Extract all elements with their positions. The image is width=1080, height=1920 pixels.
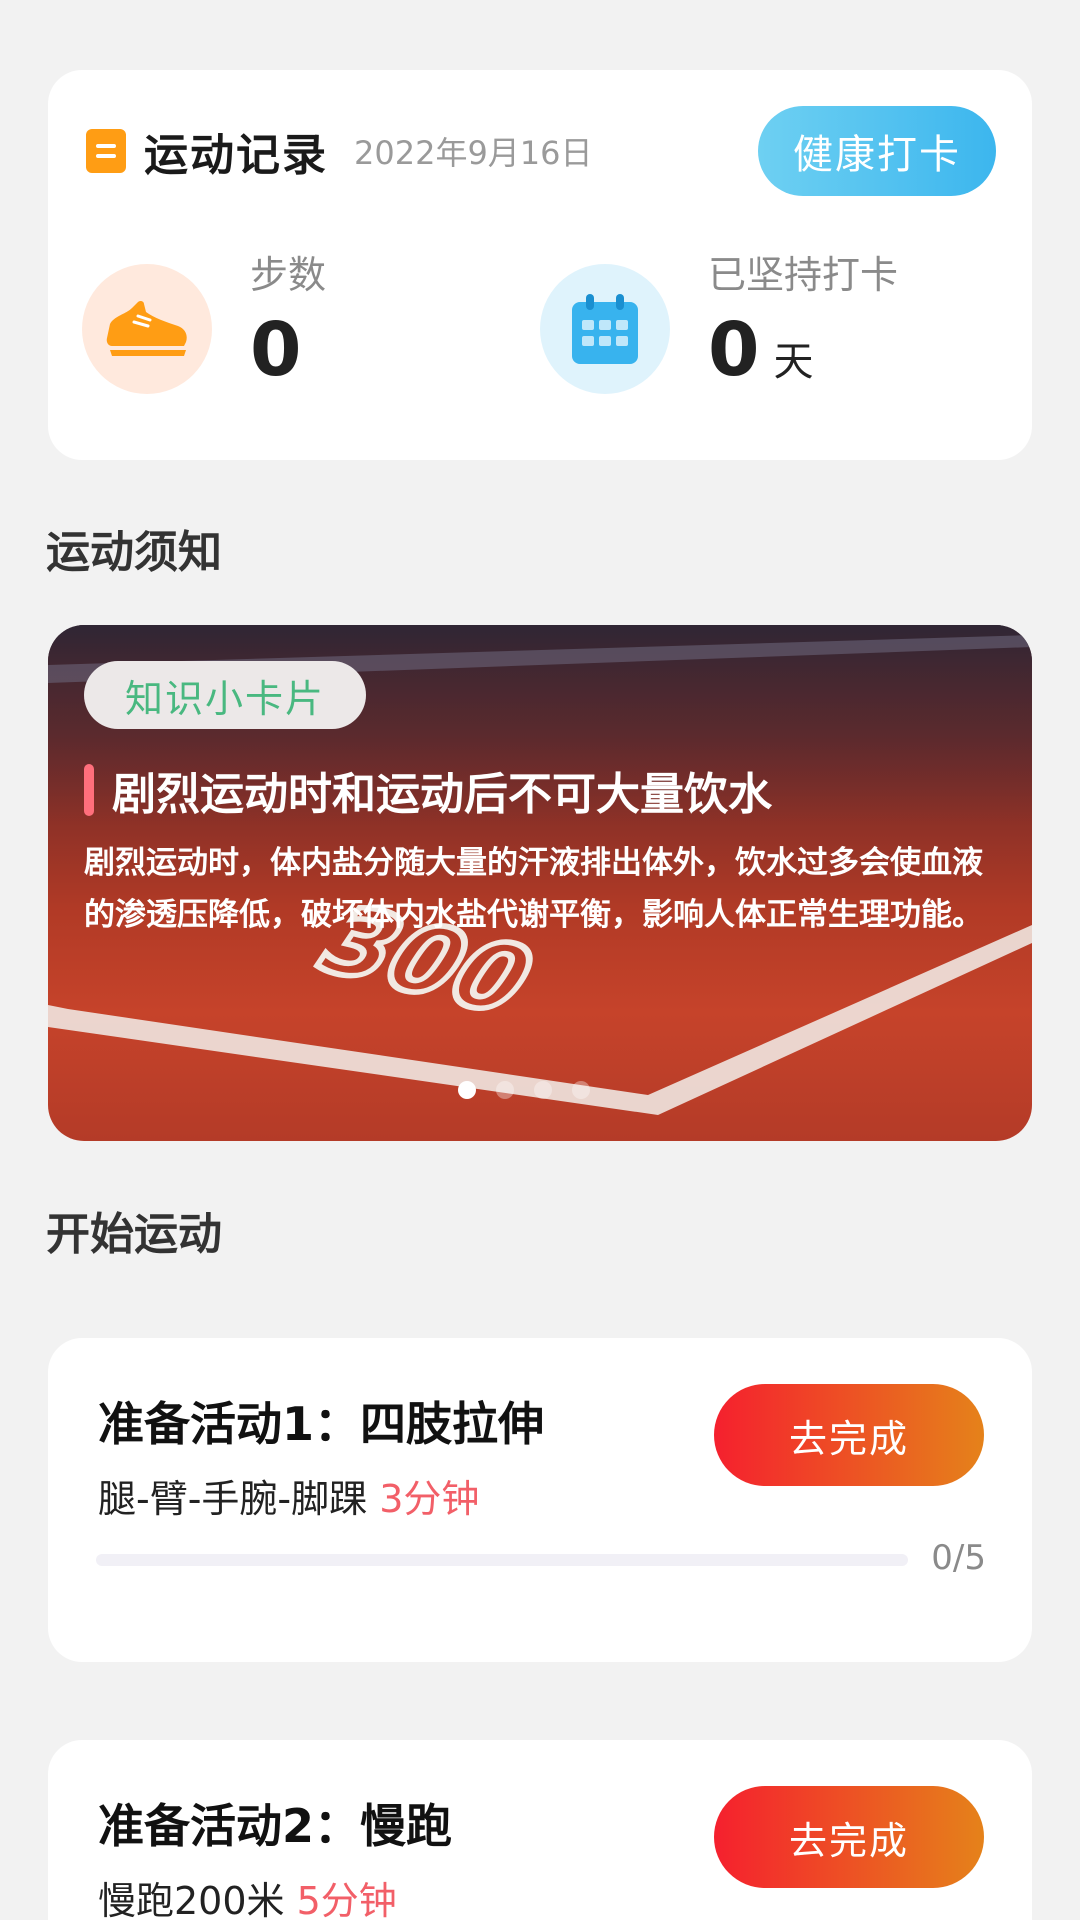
task-duration: 3分钟: [379, 1477, 480, 1521]
page: 运动记录 2022年9月16日 健康打卡 步数 0 已坚持打卡 0 天 运动须知…: [0, 0, 1080, 1920]
banner-title: 剧烈运动时和运动后不可大量饮水: [84, 763, 772, 820]
task-card-2: 准备活动2：慢跑 慢跑200米 5分钟 去完成: [48, 1740, 1032, 1920]
task-title: 准备活动1：四肢拉伸: [98, 1397, 545, 1451]
streak-value: 0天: [708, 300, 898, 412]
list-icon: [86, 129, 126, 173]
record-title: 运动记录: [144, 130, 328, 181]
exercise-section-title: 开始运动: [46, 1209, 222, 1260]
task-detail: 慢跑200米 5分钟: [98, 1870, 397, 1920]
task-detail-text: 腿-臂-手腕-脚踝: [98, 1477, 368, 1521]
progress-count: 0/5: [931, 1538, 986, 1578]
streak-label: 已坚持打卡: [708, 253, 899, 297]
carousel-dot[interactable]: [534, 1081, 552, 1099]
calendar-icon: [540, 264, 670, 394]
health-checkin-button[interactable]: 健康打卡: [758, 106, 996, 196]
notice-section-title: 运动须知: [46, 527, 222, 578]
carousel-dot[interactable]: [458, 1081, 476, 1099]
progress-bar: [96, 1554, 908, 1566]
record-date: 2022年9月16日: [354, 134, 593, 172]
steps-stat: 步数 0: [82, 250, 326, 400]
record-header: 运动记录 2022年9月16日 健康打卡: [86, 106, 996, 196]
complete-button[interactable]: 去完成: [714, 1384, 984, 1486]
steps-value: 0: [250, 307, 302, 393]
knowledge-banner[interactable]: 300 知识小卡片 剧烈运动时和运动后不可大量饮水 剧烈运动时，体内盐分随大量的…: [48, 625, 1032, 1141]
knowledge-tag: 知识小卡片: [84, 661, 366, 729]
title-accent-bar: [84, 764, 94, 816]
task-detail-text: 慢跑200米: [98, 1879, 285, 1920]
exercise-record-card: 运动记录 2022年9月16日 健康打卡 步数 0 已坚持打卡 0 天: [48, 70, 1032, 460]
task-title: 准备活动2：慢跑: [98, 1799, 453, 1853]
task-duration: 5分钟: [296, 1879, 397, 1920]
sneaker-icon: [82, 264, 212, 394]
task-detail: 腿-臂-手腕-脚踝 3分钟: [98, 1468, 479, 1523]
streak-unit: 天: [773, 339, 814, 385]
banner-body: 剧烈运动时，体内盐分随大量的汗液排出体外，饮水过多会使血液的渗透压降低，破坏体内…: [84, 845, 983, 933]
task-card-1: 准备活动1：四肢拉伸 腿-臂-手腕-脚踝 3分钟 去完成 0/5: [48, 1338, 1032, 1662]
streak-number: 0: [708, 307, 760, 393]
carousel-dots: [458, 1081, 590, 1099]
steps-label: 步数: [250, 253, 327, 297]
carousel-dot[interactable]: [572, 1081, 590, 1099]
complete-button[interactable]: 去完成: [714, 1786, 984, 1888]
streak-stat: 已坚持打卡 0天: [540, 250, 898, 412]
banner-title-text: 剧烈运动时和运动后不可大量饮水: [112, 769, 772, 820]
carousel-dot[interactable]: [496, 1081, 514, 1099]
